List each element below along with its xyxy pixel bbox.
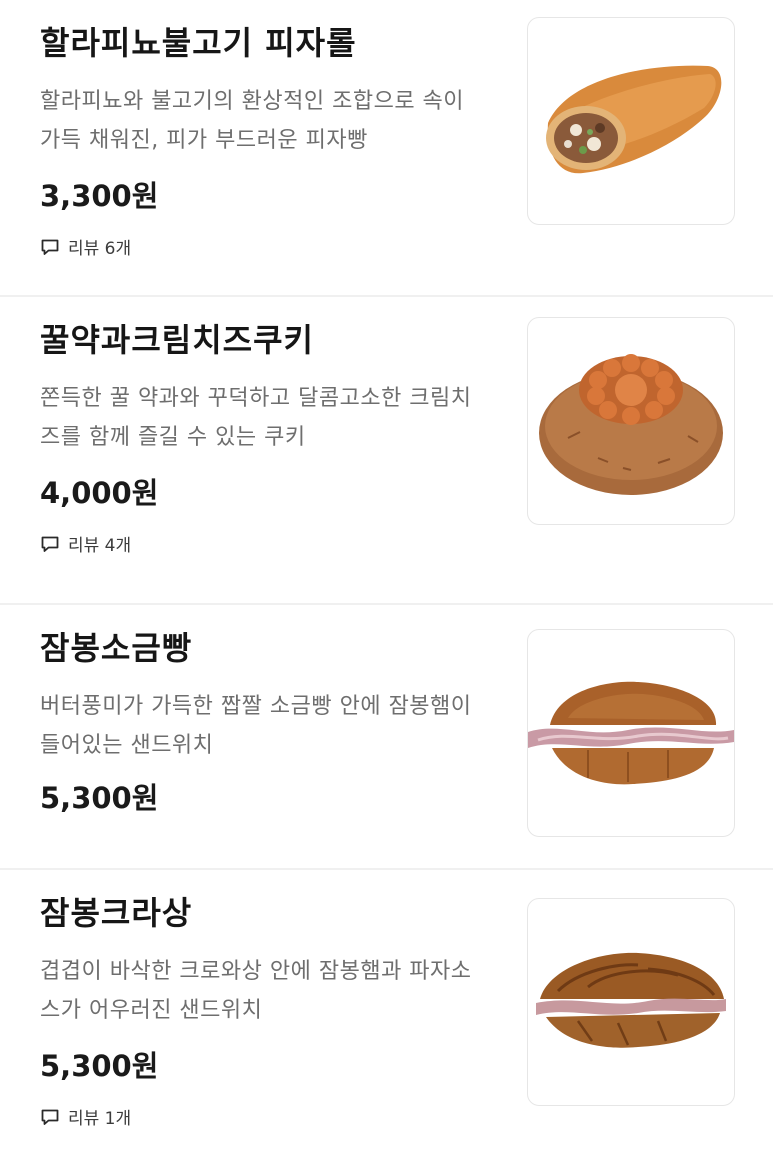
item-description: 겹겹이 바삭한 크로와상 안에 잠봉햄과 파자소스가 어우러진 샌드위치 — [40, 959, 472, 1023]
menu-item-jambon-croissant[interactable]: 잠봉크라상 겹겹이 바삭한 크로와상 안에 잠봉햄과 파자소스가 어우러진 샌드… — [0, 870, 773, 1162]
menu-item-pizza-roll[interactable]: 할라피뇨불고기 피자롤 할라피뇨와 불고기의 환상적인 조합으로 속이 가득 채… — [0, 0, 773, 297]
comment-icon — [41, 239, 59, 255]
item-description: 버터풍미가 가득한 짭짤 소금빵 안에 잠봉햄이 들어있는 샌드위치 — [40, 694, 472, 758]
item-description: 할라피뇨와 불고기의 환상적인 조합으로 속이 가득 채워진, 피가 부드러운 … — [40, 89, 465, 153]
pizza-roll-image — [527, 17, 735, 225]
comment-icon — [41, 1109, 59, 1125]
item-title: 할라피뇨불고기 피자롤 — [40, 24, 357, 62]
menu-item-yakgwa-cookie[interactable]: 꿀약과크림치즈쿠키 쫀득한 꿀 약과와 꾸덕하고 달콤고소한 크림치즈를 함께 … — [0, 297, 773, 605]
item-title: 잠봉소금빵 — [40, 629, 193, 667]
jambon-croissant-image — [527, 898, 735, 1106]
review-link[interactable]: 리뷰 4개 — [40, 531, 131, 556]
review-link[interactable]: 리뷰 1개 — [40, 1104, 131, 1129]
review-count: 리뷰 4개 — [68, 536, 132, 556]
item-price: 4,000원 — [40, 476, 159, 510]
item-title: 잠봉크라상 — [40, 894, 193, 932]
menu-item-jambon-salt-bread[interactable]: 잠봉소금빵 버터풍미가 가득한 짭짤 소금빵 안에 잠봉햄이 들어있는 샌드위치… — [0, 605, 773, 870]
menu-list: 할라피뇨불고기 피자롤 할라피뇨와 불고기의 환상적인 조합으로 속이 가득 채… — [0, 0, 773, 1162]
review-count: 리뷰 1개 — [68, 1109, 132, 1129]
yakgwa-cookie-image — [527, 317, 735, 525]
jambon-salt-bread-image — [527, 629, 735, 837]
item-title: 꿀약과크림치즈쿠키 — [40, 321, 314, 359]
item-description: 쫀득한 꿀 약과와 꾸덕하고 달콤고소한 크림치즈를 함께 즐길 수 있는 쿠키 — [40, 386, 472, 450]
item-price: 5,300원 — [40, 781, 159, 815]
review-link[interactable]: 리뷰 6개 — [40, 234, 131, 259]
comment-icon — [41, 536, 59, 552]
item-price: 3,300원 — [40, 179, 159, 213]
review-count: 리뷰 6개 — [68, 239, 132, 259]
item-price: 5,300원 — [40, 1049, 159, 1083]
